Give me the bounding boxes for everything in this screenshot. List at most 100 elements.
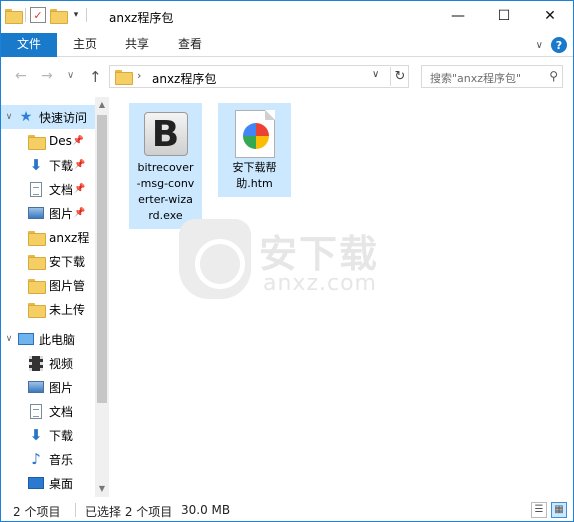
selected-count: 已选择 2 个项目: [85, 505, 173, 519]
search-placeholder: 搜索"anxz程序包": [430, 72, 522, 85]
folder-icon: [27, 253, 46, 270]
shield-icon: [179, 219, 251, 299]
breadcrumb-separator-icon[interactable]: ›: [137, 69, 141, 82]
tab-file[interactable]: 文件: [1, 33, 57, 57]
chevron-down-icon[interactable]: ∨: [536, 40, 543, 51]
file-name: bitrecover -msg-conv erter-wiza rd.exe: [130, 158, 201, 228]
sidebar-item-label: 图片管: [49, 278, 86, 293]
close-button[interactable]: ✕: [527, 1, 573, 31]
ribbon-right: ∨ ?: [536, 37, 567, 53]
search-icon[interactable]: ⚲: [549, 69, 558, 83]
breadcrumb[interactable]: anxz程序包: [152, 70, 216, 87]
status-divider: [75, 503, 76, 517]
folder-icon: [27, 229, 46, 246]
pin-icon: 📌: [74, 208, 86, 218]
folder-icon: [115, 70, 133, 85]
sidebar-item-pc-pictures[interactable]: 图片: [1, 375, 95, 399]
picture-icon: [27, 379, 45, 395]
title-bar: ✓ ▾ anxz程序包 — ☐ ✕: [1, 1, 573, 33]
large-icons-view-icon[interactable]: ▦: [551, 502, 567, 518]
download-icon: ⬇: [29, 426, 43, 444]
computer-icon: [17, 331, 35, 347]
sidebar-item-music[interactable]: ♪ 音乐: [1, 447, 95, 471]
navigation-bar: ← → ∨ ↑ › anxz程序包 ∨ ↻ 搜索"anxz程序包" ⚲: [1, 58, 573, 96]
sidebar-item-label: 图片: [49, 380, 74, 395]
sidebar-item-quick-access[interactable]: ∨ ★ 快速访问: [1, 105, 95, 129]
collapse-icon[interactable]: ∨: [1, 112, 17, 122]
sidebar-item-pc-downloads[interactable]: ⬇ 下载: [1, 423, 95, 447]
selected-size: 30.0 MB: [181, 503, 231, 517]
file-name-text: bitrecover -msg-conv erter-wiza rd.exe: [136, 161, 195, 222]
sidebar-item-label: 文档: [49, 404, 74, 419]
forward-arrow-icon[interactable]: →: [41, 68, 53, 84]
sidebar-item-label: 下载: [49, 158, 74, 173]
file-item-htm[interactable]: 安下载帮 助.htm: [218, 103, 291, 197]
new-folder-icon[interactable]: [50, 8, 68, 24]
sidebar-item-downloads[interactable]: ⬇ 下载 📌: [1, 153, 95, 177]
sidebar-item-videos[interactable]: 视频: [1, 351, 95, 375]
star-icon: ★: [19, 109, 33, 125]
sidebar-item-anxz[interactable]: anxz程: [1, 225, 95, 249]
properties-icon[interactable]: ✓: [30, 7, 46, 23]
item-count: 2 个项目: [13, 505, 61, 519]
address-dropdown-icon[interactable]: ∨: [372, 69, 379, 80]
sidebar-item-this-pc[interactable]: ∨ 此电脑: [1, 327, 95, 351]
sidebar-item-label: 此电脑: [39, 332, 76, 347]
sidebar-item-label: Des: [49, 134, 72, 148]
folder-icon: [27, 277, 46, 294]
sidebar-item-pc-documents[interactable]: 文档: [1, 399, 95, 423]
navigation-pane: ∨ ★ 快速访问 Des 📌 ⬇ 下载 📌 文档 📌 图片 📌 anxz程 安下…: [1, 97, 109, 497]
sidebar-item-documents[interactable]: 文档 📌: [1, 177, 95, 201]
collapse-icon[interactable]: ∨: [1, 334, 17, 344]
scroll-up-icon[interactable]: ▲: [95, 97, 109, 113]
view-switcher: ☰ ▦: [531, 502, 567, 518]
tab-view[interactable]: 查看: [166, 33, 214, 57]
music-icon: ♪: [31, 450, 41, 468]
sidebar-item-anxiazai[interactable]: 安下载: [1, 249, 95, 273]
video-icon: [27, 355, 45, 371]
minimize-button[interactable]: —: [435, 1, 481, 31]
pin-icon: 📌: [74, 184, 86, 194]
recent-locations-icon[interactable]: ∨: [67, 70, 74, 81]
sidebar-item-not-uploaded[interactable]: 未上传: [1, 297, 95, 321]
scroll-thumb[interactable]: [97, 115, 107, 403]
sidebar-item-label: 安下载: [49, 254, 86, 269]
up-arrow-icon[interactable]: ↑: [89, 68, 102, 86]
download-icon: ⬇: [29, 156, 43, 174]
sidebar-item-label: 文档: [49, 182, 74, 197]
search-input[interactable]: 搜索"anxz程序包" ⚲: [421, 65, 563, 88]
sidebar-item-label: 图片: [49, 206, 74, 221]
toolbar-divider: [86, 8, 87, 22]
tab-home[interactable]: 主页: [61, 33, 109, 57]
details-view-icon[interactable]: ☰: [531, 502, 547, 518]
window-title: anxz程序包: [109, 11, 174, 25]
tab-share[interactable]: 共享: [113, 33, 161, 57]
sidebar-item-label: anxz程: [49, 230, 90, 245]
back-arrow-icon[interactable]: ←: [15, 68, 27, 84]
file-item-exe[interactable]: B bitrecover -msg-conv erter-wiza rd.exe: [129, 103, 202, 229]
folder-icon: [27, 301, 46, 318]
watermark-logo: 安下载 anxz.com: [179, 219, 399, 303]
sidebar-item-label: 音乐: [49, 452, 74, 467]
maximize-button[interactable]: ☐: [481, 1, 527, 31]
address-bar[interactable]: › anxz程序包 ∨ ↻: [109, 65, 409, 88]
sidebar-item-label: 桌面: [49, 476, 74, 491]
explorer-window: ✓ ▾ anxz程序包 — ☐ ✕ 文件 主页 共享 查看 ∨ ? ← → ∨ …: [0, 0, 574, 522]
picture-icon: [27, 205, 45, 221]
sidebar-item-desktop[interactable]: Des 📌: [1, 129, 95, 153]
sidebar-scrollbar[interactable]: ▲ ▼: [95, 97, 109, 497]
quick-access-toolbar: ✓ ▾: [5, 7, 87, 24]
toolbar-divider: [25, 8, 26, 22]
sidebar-item-desktop-pc[interactable]: 桌面: [1, 471, 95, 495]
sidebar-item-picture-manager[interactable]: 图片管: [1, 273, 95, 297]
sidebar-item-pictures[interactable]: 图片 📌: [1, 201, 95, 225]
sidebar-item-label: 未上传: [49, 302, 86, 317]
file-name-text: 安下载帮 助.htm: [232, 161, 277, 190]
scroll-down-icon[interactable]: ▼: [95, 481, 109, 497]
htm-file-icon: [234, 110, 275, 158]
customize-toolbar-icon[interactable]: ▾: [70, 10, 82, 20]
help-icon[interactable]: ?: [551, 37, 567, 53]
desktop-icon: [27, 475, 45, 491]
sidebar-item-label: 下载: [49, 428, 74, 443]
refresh-icon[interactable]: ↻: [390, 67, 409, 86]
